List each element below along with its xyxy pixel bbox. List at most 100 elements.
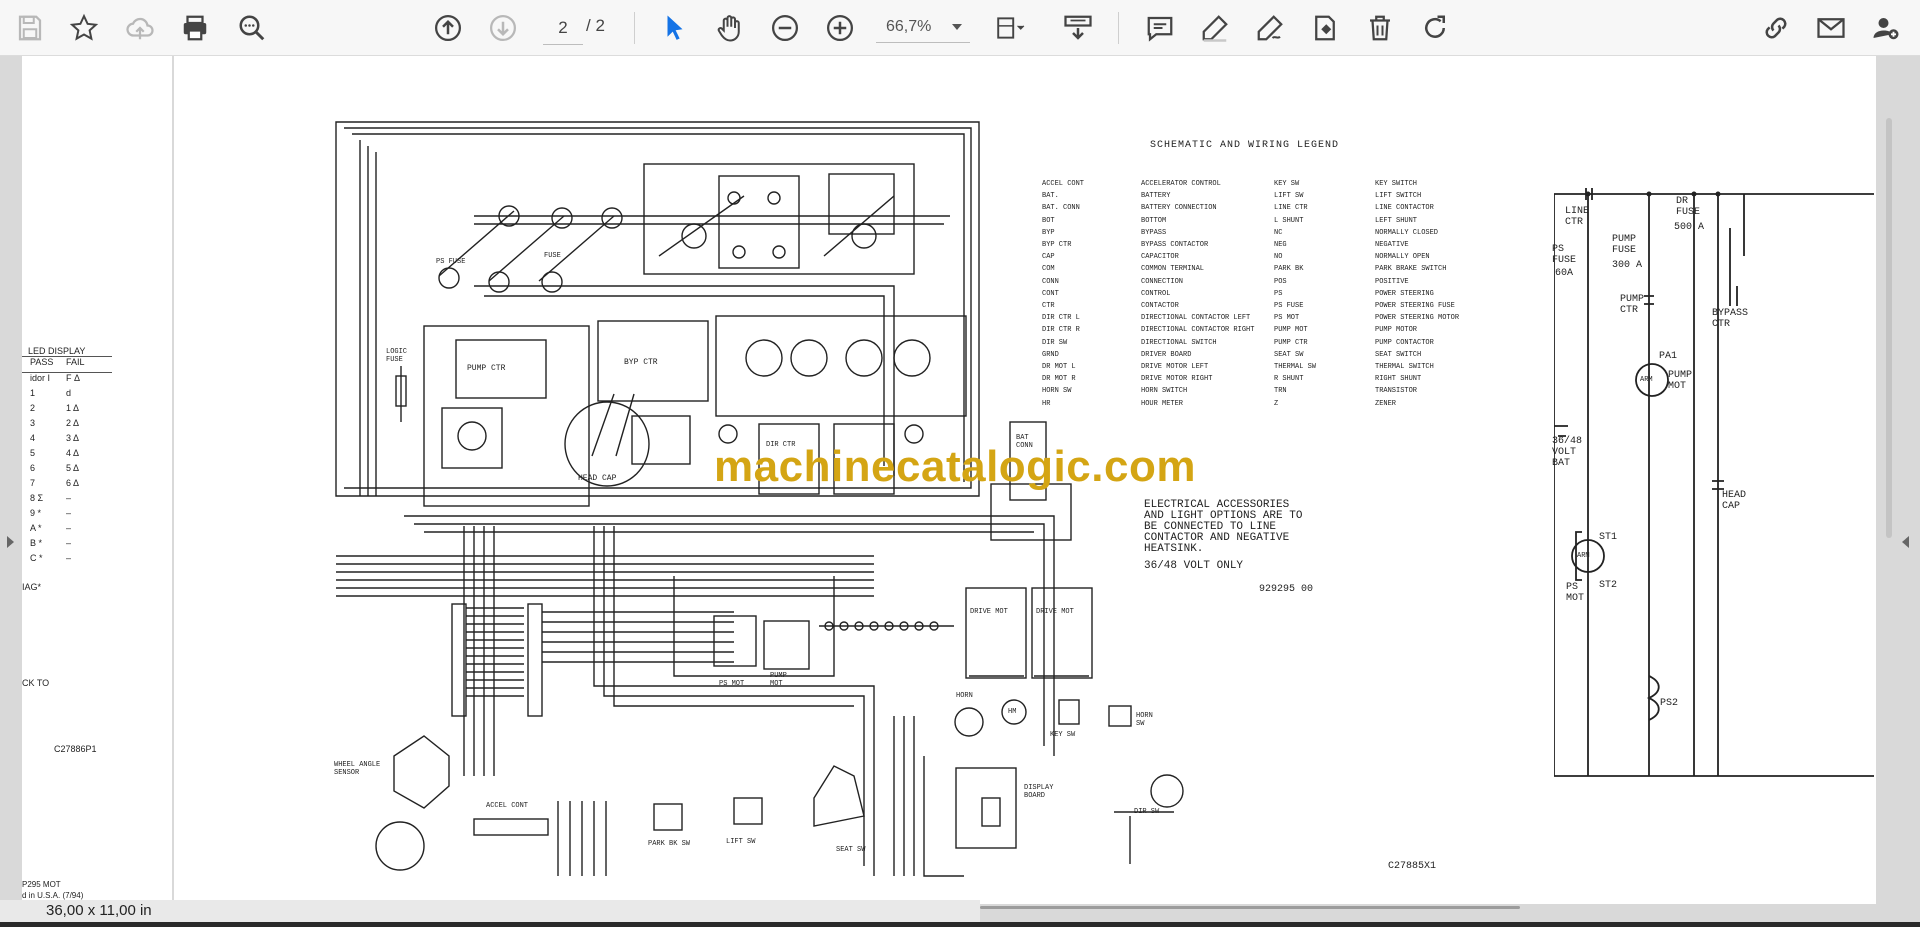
legend-entry: DR MOT L [1042,363,1076,372]
left-panel-toggle-icon[interactable] [7,536,14,548]
page-number-input[interactable] [543,12,583,45]
label-pump-fuse-value: 300 A [1612,260,1643,271]
label-lift-sw: LIFT SW [726,838,756,846]
legend-entry: PS [1274,289,1283,298]
print-icon[interactable] [175,8,215,48]
legend-entry: PS FUSE [1274,302,1304,311]
legend-entry: LINE CONTACTOR [1375,204,1434,213]
legend-entry: NO [1274,253,1283,262]
legend-entry: THERMAL SW [1274,363,1317,372]
scrollbar-thumb[interactable] [980,906,1520,909]
led-row: idor I F Δ [22,373,112,388]
led-row: 1d [22,388,112,403]
chevron-down-icon [952,24,962,30]
document-viewer[interactable]: LED DISPLAY PASS FAIL idor IF Δ1d21 Δ32 … [0,56,1920,927]
add-user-icon[interactable] [1866,8,1906,48]
diag-text: IAG* [22,582,42,592]
select-cursor-icon[interactable] [655,8,695,48]
previous-page-icon[interactable] [428,8,468,48]
legend-entry: GRND [1042,350,1059,359]
page-fit-icon[interactable] [990,8,1030,48]
highlight-pen-icon[interactable] [1195,8,1235,48]
label-ps-fuse: PS FUSE [436,258,466,266]
comment-icon[interactable] [1140,8,1180,48]
led-row: 9 * – [22,508,112,523]
email-icon[interactable] [1811,8,1851,48]
next-page-icon[interactable] [483,8,523,48]
legend-entry: PUMP MOTOR [1375,326,1418,335]
legend-entry: HOUR METER [1141,399,1184,408]
vertical-scrollbar[interactable] [1886,118,1892,538]
led-fail-cell: 3 Δ [66,433,80,443]
led-fail-cell: 5 Δ [66,463,80,473]
label-horn-sw: HORN SW [1136,712,1153,728]
pdf-page-1-fragment: LED DISPLAY PASS FAIL idor IF Δ1d21 Δ32 … [22,56,172,904]
legend-entry: PARK BRAKE SWITCH [1375,265,1447,274]
label-bypass-ctr: BYPASS CTR [1712,308,1749,330]
label-horn: HORN [956,692,973,700]
bookmark-star-icon[interactable] [64,8,104,48]
label-byp-ctr: BYP CTR [624,358,658,367]
legend-entry: CONN [1042,277,1059,286]
zoom-value: 66,7% [886,18,932,35]
led-fail-cell: 2 Δ [66,418,80,428]
legend-entry: BYP CTR [1042,241,1072,250]
stamp-icon[interactable] [1305,8,1345,48]
led-pass-cell: C * [30,553,43,563]
scroll-mode-icon[interactable] [1058,8,1098,48]
legend-entry: HORN SWITCH [1141,387,1188,396]
legend-entry: DRIVE MOTOR LEFT [1141,363,1209,372]
label-head-cap-schem: HEAD CAP [1722,490,1747,512]
led-fail-cell: d [66,388,72,398]
ladder-schematic [1554,188,1874,777]
horizontal-scrollbar[interactable] [980,904,1520,910]
legend-entry: DIR SW [1042,338,1068,347]
led-pass-cell: 9 * [30,508,42,518]
led-fail-cell: – [66,553,72,563]
led-pass-cell: 3 [30,418,36,428]
led-row: A * – [22,523,112,538]
label-seat-sw: SEAT SW [836,846,866,854]
led-fail-cell: 1 Δ [66,403,80,413]
zoom-in-icon[interactable] [820,8,860,48]
legend-entry: NEGATIVE [1375,241,1409,250]
legend-entry: DIR CTR R [1042,326,1080,335]
label-ps-mot-schem: PS MOT [1566,582,1585,604]
legend-entry: PUMP CTR [1274,338,1308,347]
draw-freehand-icon[interactable] [1250,8,1290,48]
label-ps2: PS2 [1660,698,1679,709]
redo-icon[interactable] [1415,8,1455,48]
share-link-icon[interactable] [1756,8,1796,48]
delete-trash-icon[interactable] [1360,8,1400,48]
right-panel-toggle-icon[interactable] [1902,536,1909,548]
zoom-search-icon[interactable] [232,8,272,48]
cloud-upload-icon[interactable] [120,8,160,48]
legend-entry: CONT [1042,289,1059,298]
led-fail-cell: – [66,538,72,548]
legend-entry: LINE CTR [1274,204,1308,213]
zoom-out-icon[interactable] [765,8,805,48]
taskbar-edge [0,922,1920,927]
led-pass-cell: 1 [30,388,36,398]
led-pass-cell: 8 Σ [30,493,44,503]
led-pass-cell: A * [30,523,42,533]
led-pass-cell: 6 [30,463,36,473]
legend-entry: BATTERY CONNECTION [1141,204,1217,213]
save-icon[interactable] [10,8,50,48]
legend-entry: POS [1274,277,1287,286]
zoom-level-select[interactable]: 66,7% [876,16,970,43]
legend-entry: BYP [1042,228,1055,237]
hand-pan-icon[interactable] [710,8,750,48]
led-fail-cell: 6 Δ [66,478,80,488]
label-key-sw: KEY SW [1050,731,1076,739]
led-pass-cell: 4 [30,433,36,443]
legend-entry: BATTERY [1141,192,1171,201]
legend-entry: BYPASS CONTACTOR [1141,241,1209,250]
label-park-bk-sw: PARK BK SW [648,840,691,848]
legend-entry: L SHUNT [1274,216,1304,225]
led-row: B * – [22,538,112,553]
label-ps-mot: PS MOT [719,680,745,688]
led-pass-cell: idor I [30,373,51,383]
legend-entry: DIRECTIONAL CONTACTOR RIGHT [1141,326,1255,335]
legend-entry: PUMP MOT [1274,326,1308,335]
